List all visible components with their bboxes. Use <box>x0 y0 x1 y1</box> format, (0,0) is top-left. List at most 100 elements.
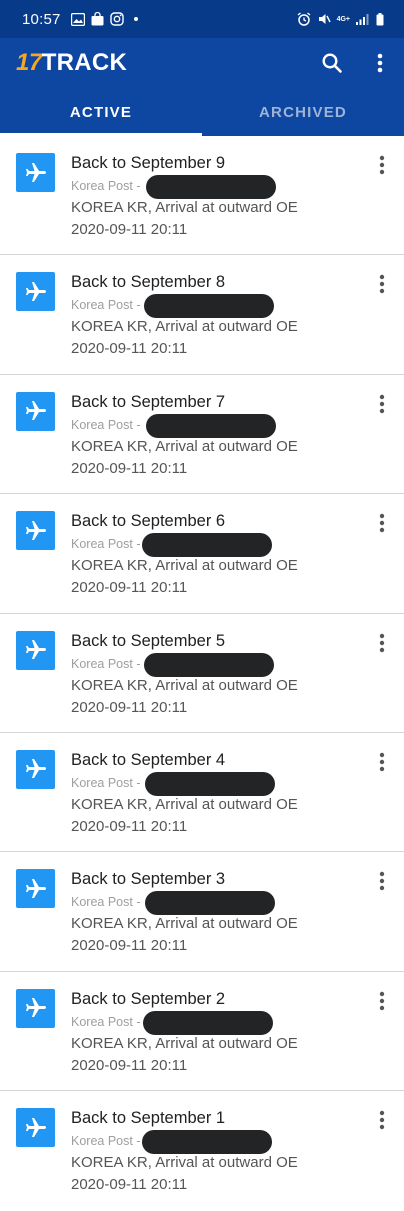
package-title: Back to September 8 <box>71 273 226 292</box>
package-title: Back to September 7 <box>71 392 226 411</box>
search-button[interactable] <box>314 45 350 81</box>
package-title: Back to September 5 <box>71 631 226 650</box>
network-type: 4G+ <box>336 15 350 23</box>
package-date: 2020-09-11 20:11 <box>71 340 188 358</box>
search-icon <box>322 53 342 73</box>
carrier-label: Korea Post - <box>71 1014 141 1029</box>
redacted-tracking-number <box>146 175 276 199</box>
package-status: KOREA KR, Arrival at outward OE <box>71 437 298 455</box>
carrier-label: Korea Post - <box>71 895 141 910</box>
plane-icon <box>16 391 55 431</box>
item-more-button[interactable] <box>372 153 392 177</box>
package-date: 2020-09-11 20:11 <box>71 459 188 477</box>
package-title: Back to September 6 <box>71 512 226 531</box>
more-vert-icon <box>379 752 385 772</box>
plane-icon <box>16 272 55 312</box>
network-type-label: 4G+ <box>337 16 350 23</box>
redacted-tracking-number <box>145 771 275 796</box>
plane-icon <box>16 153 55 192</box>
carrier-label: Korea Post - <box>71 298 141 313</box>
package-date: 2020-09-11 20:11 <box>71 1056 188 1074</box>
package-title: Back to September 1 <box>71 1109 226 1128</box>
plane-icon <box>16 630 55 670</box>
gallery-notification-icon <box>70 12 85 26</box>
plane-icon <box>16 988 55 1028</box>
carrier-label: Korea Post - <box>71 417 141 432</box>
more-vert-icon <box>379 513 385 533</box>
package-date: 2020-09-11 20:11 <box>71 221 188 238</box>
logo-number: 17 <box>16 49 42 76</box>
redacted-tracking-number <box>144 294 274 319</box>
item-more-button[interactable] <box>372 272 392 296</box>
more-vert-icon <box>379 275 385 294</box>
more-vert-icon <box>379 394 385 413</box>
package-status: KOREA KR, Arrival at outward OE <box>71 557 298 575</box>
plane-icon <box>16 1108 55 1148</box>
plane-icon <box>16 511 55 551</box>
status-bar: 10:57 4G+ <box>0 0 404 38</box>
tab-archived[interactable]: ARCHIVED <box>202 88 404 136</box>
redacted-tracking-number <box>142 533 272 558</box>
plane-icon <box>16 749 55 789</box>
package-status: KOREA KR, Arrival at outward OE <box>71 1154 298 1172</box>
redacted-tracking-number <box>146 413 276 438</box>
package-item[interactable]: Back to September 7 Korea Post - KOREA K… <box>0 375 404 495</box>
package-list: Back to September 9 Korea Post - KOREA K… <box>0 136 404 1211</box>
instagram-notification-icon <box>109 12 124 26</box>
package-item[interactable]: Back to September 6 Korea Post - KOREA K… <box>0 494 404 614</box>
clock: 10:57 <box>22 10 61 28</box>
logo-text: TRACK <box>41 49 128 76</box>
app-logo: 17 TRACK <box>16 49 127 77</box>
package-status: KOREA KR, Arrival at outward OE <box>71 318 298 336</box>
redacted-tracking-number <box>145 891 275 916</box>
item-more-button[interactable] <box>372 1108 392 1132</box>
package-item[interactable]: Back to September 3 Korea Post - KOREA K… <box>0 852 404 972</box>
signal-icon <box>356 13 370 25</box>
app-bar: 17 TRACK <box>0 38 404 88</box>
redacted-tracking-number <box>144 652 274 677</box>
more-notifications-dot <box>133 17 138 21</box>
package-title: Back to September 9 <box>71 154 226 172</box>
carrier-label: Korea Post - <box>71 179 141 193</box>
package-date: 2020-09-11 20:11 <box>71 1176 188 1194</box>
tab-active-label: ACTIVE <box>69 103 133 121</box>
item-more-button[interactable] <box>372 869 392 893</box>
carrier-label: Korea Post - <box>71 537 141 552</box>
item-more-button[interactable] <box>372 511 392 535</box>
overflow-menu-button[interactable] <box>362 45 398 81</box>
redacted-tracking-number <box>142 1130 272 1155</box>
package-item[interactable]: Back to September 2 Korea Post - KOREA K… <box>0 972 404 1092</box>
status-bar-right: 4G+ <box>297 12 384 26</box>
package-status: KOREA KR, Arrival at outward OE <box>71 676 298 694</box>
redacted-tracking-number <box>143 1010 273 1035</box>
item-more-button[interactable] <box>372 750 392 774</box>
package-status: KOREA KR, Arrival at outward OE <box>71 1034 298 1052</box>
item-more-button[interactable] <box>372 631 392 655</box>
item-more-button[interactable] <box>372 392 392 416</box>
package-item[interactable]: Back to September 8 Korea Post - KOREA K… <box>0 255 404 375</box>
item-more-button[interactable] <box>372 989 392 1013</box>
alarm-icon <box>297 12 311 26</box>
more-vert-icon <box>379 991 385 1010</box>
package-item[interactable]: Back to September 4 Korea Post - KOREA K… <box>0 733 404 853</box>
carrier-label: Korea Post - <box>71 1134 141 1149</box>
carrier-label: Korea Post - <box>71 656 141 671</box>
more-vert-icon <box>379 155 385 175</box>
package-item[interactable]: Back to September 5 Korea Post - KOREA K… <box>0 614 404 733</box>
package-title: Back to September 2 <box>71 989 226 1008</box>
tab-active[interactable]: ACTIVE <box>0 88 202 136</box>
package-date: 2020-09-11 20:11 <box>71 579 188 597</box>
more-vert-icon <box>379 633 385 652</box>
package-item[interactable]: Back to September 9 Korea Post - KOREA K… <box>0 136 404 256</box>
package-date: 2020-09-11 20:11 <box>71 698 188 716</box>
package-status: KOREA KR, Arrival at outward OE <box>71 199 298 216</box>
package-title: Back to September 3 <box>71 870 226 889</box>
mute-icon <box>317 12 331 26</box>
tab-archived-label: ARCHIVED <box>259 103 347 121</box>
package-item[interactable]: Back to September 1 Korea Post - KOREA K… <box>0 1091 404 1210</box>
more-vert-icon <box>377 53 383 73</box>
package-date: 2020-09-11 20:11 <box>71 817 188 835</box>
plane-icon <box>16 869 55 909</box>
carrier-label: Korea Post - <box>71 775 141 790</box>
battery-icon <box>376 12 384 26</box>
